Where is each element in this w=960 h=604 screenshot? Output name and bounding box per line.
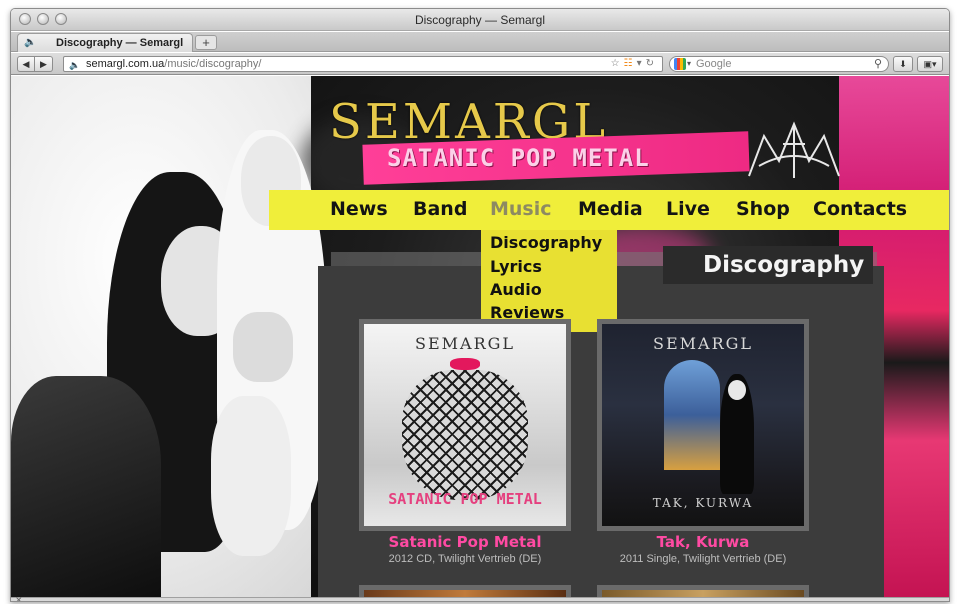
close-icon[interactable]: ✕ — [15, 595, 23, 601]
status-bar: ✕ — [11, 595, 949, 601]
arm-shape — [211, 396, 291, 556]
cover-band-name: SEMARGL — [652, 334, 754, 353]
bookmark-star-icon[interactable]: ☆ — [611, 58, 624, 69]
navigation-toolbar: ◀ ▶ 🔈 semargl.com.ua/music/discography/ … — [11, 53, 949, 75]
dropdown-arrow-icon[interactable]: ▾ — [637, 58, 646, 69]
tab-bar: 🔈 Discography — Semargl + — [11, 32, 949, 52]
album-meta: 2011 Single, Twilight Vertrieb (DE) — [619, 553, 787, 565]
speaker-icon: 🔈 — [24, 37, 37, 48]
album-cover-image: SEMARGL TAK, KURWA — [602, 324, 804, 526]
album-cover-link[interactable] — [359, 585, 571, 597]
album-meta: 2012 CD, Twilight Vertrieb (DE) — [388, 553, 542, 565]
nav-news[interactable]: News — [330, 198, 388, 220]
search-icon[interactable]: ⚲ — [874, 57, 882, 71]
album-cover-link[interactable]: SEMARGL SATANIC POP METAL — [359, 319, 571, 531]
menu-item-discography[interactable]: Discography — [490, 233, 602, 252]
downloads-button[interactable]: ⬇ — [893, 56, 913, 72]
album-title[interactable]: Tak, Kurwa — [583, 533, 823, 551]
menu-icon: ▣▾ — [923, 59, 937, 69]
forward-arrow-icon: ▶ — [40, 59, 47, 69]
tab-label: Discography — Semargl — [56, 37, 184, 49]
menu-item-lyrics[interactable]: Lyrics — [490, 257, 542, 276]
menu-item-audio[interactable]: Audio — [490, 280, 542, 299]
band-crest-icon — [748, 121, 840, 178]
url-host: semargl.com.ua — [86, 58, 165, 70]
bow-shape — [450, 358, 480, 370]
new-tab-button[interactable]: + — [195, 35, 217, 50]
nav-live[interactable]: Live — [666, 198, 710, 220]
album-cover-image: SEMARGL SATANIC POP METAL — [364, 324, 566, 526]
cover-caption: SATANIC POP METAL — [388, 490, 542, 508]
nav-music[interactable]: Music — [490, 198, 552, 220]
leather-jacket-shape — [11, 376, 161, 597]
album-cover-image — [602, 590, 804, 597]
site-navigation: News Band Music Media Live Shop Contacts — [269, 190, 949, 230]
cover-caption: TAK, KURWA — [652, 496, 754, 510]
nav-media[interactable]: Media — [578, 198, 643, 220]
album-cover-link[interactable] — [597, 585, 809, 597]
cover-band-name: SEMARGL — [414, 334, 516, 353]
album-title[interactable]: Satanic Pop Metal — [345, 533, 585, 551]
browser-window: Discography — Semargl 🔈 Discography — Se… — [10, 8, 950, 602]
tab-discography[interactable]: 🔈 Discography — Semargl — [17, 33, 193, 52]
title-bar: Discography — Semargl — [11, 9, 949, 31]
nun-face — [728, 380, 746, 400]
back-arrow-icon: ◀ — [22, 59, 30, 69]
rss-icon[interactable]: ☷ — [624, 58, 637, 69]
search-placeholder: Google — [696, 58, 732, 70]
chevron-down-icon: ▾ — [687, 59, 692, 68]
address-bar[interactable]: 🔈 semargl.com.ua/music/discography/ ☆☷▾↻ — [63, 56, 663, 72]
speaker-icon: 🔈 — [69, 60, 81, 70]
page-viewport: SEMARGL SATANIC POP METAL News Band Musi… — [11, 76, 949, 597]
album-cover-image — [364, 590, 566, 597]
music-dropdown-menu: Discography Lyrics Audio Reviews — [481, 230, 617, 332]
menu-button[interactable]: ▣▾ — [917, 56, 943, 72]
nav-band[interactable]: Band — [413, 198, 467, 220]
nav-shop[interactable]: Shop — [736, 198, 790, 220]
page-title: Discography — [703, 252, 865, 278]
address-bar-icons: ☆☷▾↻ — [611, 57, 658, 71]
window-title: Discography — Semargl — [414, 13, 546, 27]
forward-button[interactable]: ▶ — [35, 56, 53, 72]
url-path: /music/discography/ — [164, 58, 262, 70]
hand-shape — [233, 312, 293, 382]
back-button[interactable]: ◀ — [17, 56, 35, 72]
fishnet-shape — [402, 370, 528, 500]
nav-contacts[interactable]: Contacts — [813, 198, 907, 220]
site-tagline: SATANIC POP METAL — [387, 144, 650, 172]
reload-icon[interactable]: ↻ — [646, 58, 658, 69]
album-cover-link[interactable]: SEMARGL TAK, KURWA — [597, 319, 809, 531]
stained-glass-window — [664, 360, 720, 470]
download-icon: ⬇ — [899, 59, 907, 69]
search-field[interactable]: ▾ Google ⚲ — [669, 56, 889, 72]
google-icon — [674, 58, 686, 70]
